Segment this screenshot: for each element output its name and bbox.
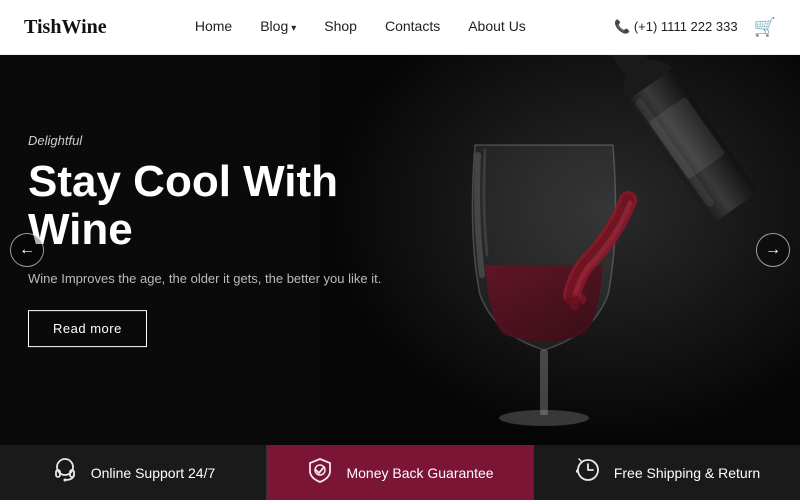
- bottom-item-shipping: Free Shipping & Return: [534, 445, 800, 500]
- bottom-item-guarantee: Money Back Guarantee: [267, 445, 534, 500]
- nav-shop[interactable]: Shop: [324, 18, 357, 34]
- nav-blog[interactable]: Blog▾: [260, 18, 296, 34]
- hero-title: Stay Cool With Wine: [28, 158, 408, 255]
- nav-links: Home Blog▾ Shop Contacts About Us: [195, 18, 526, 36]
- brand-logo[interactable]: TishWine: [24, 16, 107, 39]
- navbar: TishWine Home Blog▾ Shop Contacts About …: [0, 0, 800, 55]
- phone-icon: 📞: [614, 19, 634, 34]
- hero-next-arrow[interactable]: →: [756, 233, 790, 267]
- hero-section: Delightful Stay Cool With Wine Wine Impr…: [0, 55, 800, 445]
- hero-prev-arrow[interactable]: ←: [10, 233, 44, 267]
- hero-cta-button[interactable]: Read more: [28, 310, 147, 347]
- blog-dropdown-arrow: ▾: [291, 23, 296, 34]
- hero-tagline: Delightful: [28, 133, 408, 148]
- bottom-bar: Online Support 24/7 Money Back Guarantee…: [0, 445, 800, 500]
- headset-icon: [51, 456, 79, 490]
- nav-contacts[interactable]: Contacts: [385, 18, 440, 34]
- bottom-item-support: Online Support 24/7: [0, 445, 267, 500]
- phone-number: 📞 (+1) 1111 222 333: [614, 19, 738, 35]
- cart-icon[interactable]: 🛒: [754, 17, 776, 38]
- navbar-right: 📞 (+1) 1111 222 333 🛒: [614, 17, 776, 38]
- shipping-label: Free Shipping & Return: [614, 465, 760, 481]
- guarantee-label: Money Back Guarantee: [346, 465, 493, 481]
- clock-icon: [574, 456, 602, 490]
- shield-icon: [306, 456, 334, 490]
- hero-subtitle: Wine Improves the age, the older it gets…: [28, 271, 408, 286]
- hero-content: Delightful Stay Cool With Wine Wine Impr…: [28, 133, 408, 347]
- nav-about[interactable]: About Us: [468, 18, 526, 34]
- support-label: Online Support 24/7: [91, 465, 216, 481]
- nav-home[interactable]: Home: [195, 18, 232, 34]
